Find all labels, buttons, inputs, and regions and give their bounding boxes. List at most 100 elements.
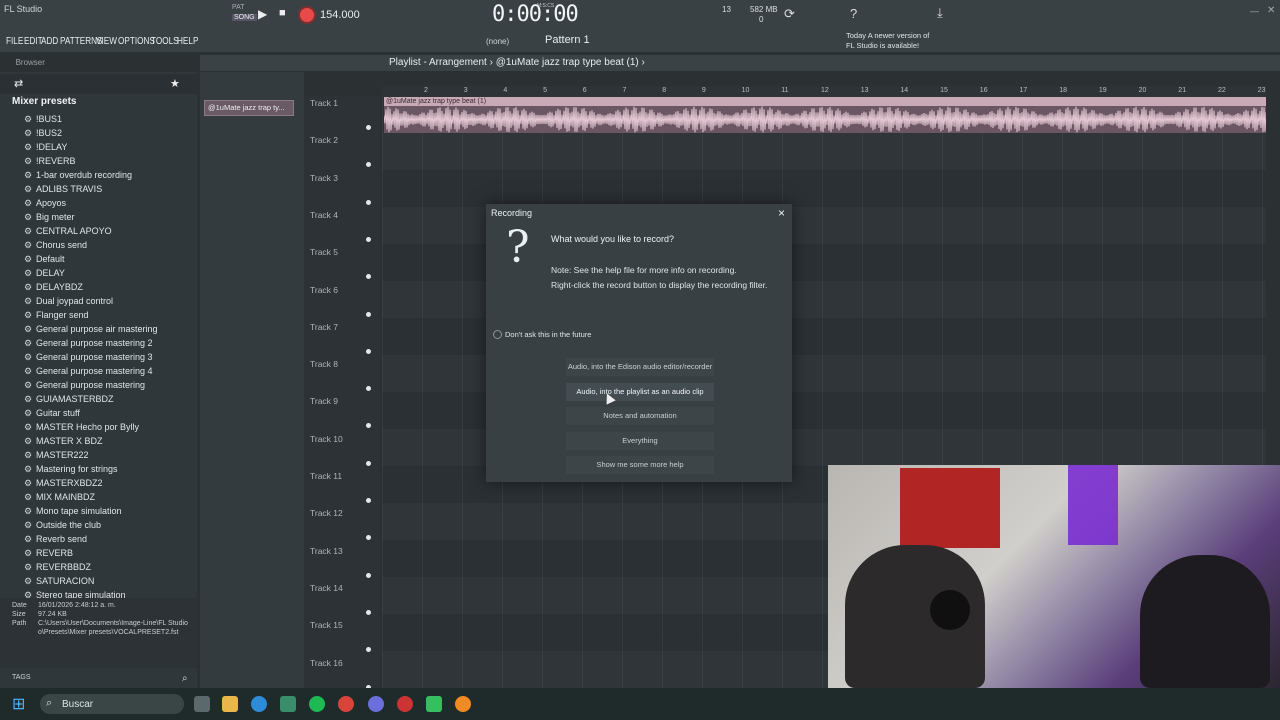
track-enable-dot[interactable]	[366, 572, 371, 578]
option-playlist-audio-clip[interactable]: Audio, into the playlist as an audio cli…	[566, 383, 714, 401]
track-enable-dot[interactable]	[366, 125, 371, 130]
tempo-display[interactable]: 154.000	[320, 9, 360, 21]
preset-item[interactable]: ⚙ Flanger send	[24, 310, 89, 321]
option-more-help[interactable]: Show me some more help	[566, 456, 714, 474]
preset-item[interactable]: ⚙ Default	[24, 254, 65, 265]
track-enable-dot[interactable]	[366, 311, 371, 317]
update-notice[interactable]: Today A newer version of FL Studio is av…	[846, 31, 936, 51]
track-label[interactable]: Track 10	[310, 434, 343, 444]
menu-add[interactable]: ADD	[41, 36, 58, 47]
browser-tabs[interactable]	[0, 74, 197, 94]
preset-item[interactable]: ⚙ General purpose air mastering	[24, 324, 158, 335]
stop-icon[interactable]: ■	[279, 7, 286, 19]
menu-edit[interactable]: EDIT	[24, 36, 43, 47]
edge-browser-icon[interactable]	[251, 696, 267, 712]
preset-item[interactable]: ⚙ General purpose mastering	[24, 380, 145, 391]
track-label[interactable]: Track 1	[310, 98, 338, 108]
track-label[interactable]: Track 6	[310, 285, 338, 295]
track-label[interactable]: Track 7	[310, 322, 338, 332]
fl-studio-taskbar-icon[interactable]	[455, 696, 471, 712]
spotify-icon[interactable]	[309, 696, 325, 712]
browser-folder-title[interactable]: Mixer presets	[12, 96, 76, 107]
preset-item[interactable]: ⚙ REVERB	[24, 548, 73, 559]
option-notes-automation[interactable]: Notes and automation	[566, 407, 714, 425]
menu-file[interactable]: FILE	[6, 36, 23, 47]
dialog-close-button[interactable]: ×	[778, 206, 785, 220]
preset-item[interactable]: ⚙ Apoyos	[24, 198, 66, 209]
preset-item[interactable]: ⚙ DELAYBDZ	[24, 282, 83, 293]
preset-item[interactable]: ⚙ !BUS2	[24, 128, 62, 139]
preset-item[interactable]: ⚙ General purpose mastering 3	[24, 352, 153, 363]
app-red-icon[interactable]	[397, 696, 413, 712]
preset-item[interactable]: ⚙ General purpose mastering 2	[24, 338, 153, 349]
preset-item[interactable]: ⚙ General purpose mastering 4	[24, 366, 153, 377]
menu-tools[interactable]: TOOLS	[151, 36, 179, 47]
preset-item[interactable]: ⚙ MASTERXBDZ2	[24, 478, 103, 489]
chrome-icon[interactable]	[338, 696, 354, 712]
preset-item[interactable]: ⚙ DELAY	[24, 268, 65, 279]
snap-selector[interactable]: (none)	[486, 37, 509, 46]
track-label[interactable]: Track 8	[310, 359, 338, 369]
track-label[interactable]: Track 15	[310, 620, 343, 630]
preset-item[interactable]: ⚙ REVERBBDZ	[24, 562, 91, 573]
preset-item[interactable]: ⚙ MASTER X BDZ	[24, 436, 103, 447]
discord-icon[interactable]	[368, 696, 384, 712]
track-enable-dot[interactable]	[366, 498, 371, 503]
preset-item[interactable]: ⚙ MIX MAINBDZ	[24, 492, 95, 503]
track-enable-dot[interactable]	[366, 199, 371, 205]
track-label[interactable]: Track 9	[310, 396, 338, 406]
minimize-icon[interactable]: —	[1250, 6, 1259, 16]
option-everything[interactable]: Everything	[566, 432, 714, 450]
preset-item[interactable]: ⚙ !BUS1	[24, 114, 62, 125]
track-label[interactable]: Track 16	[310, 658, 343, 668]
preset-item[interactable]: ⚙ MASTER Hecho por Bylly	[24, 422, 139, 433]
preset-item[interactable]: ⚙ ADLIBS TRAVIS	[24, 184, 102, 195]
dont-ask-label[interactable]: Don't ask this in the future	[505, 330, 591, 339]
track-label[interactable]: Track 14	[310, 583, 343, 593]
preset-item[interactable]: ⚙ Dual joypad control	[24, 296, 113, 307]
clip-source-item[interactable]: @1uMate jazz trap ty...	[204, 100, 294, 116]
app-green-icon[interactable]	[426, 696, 442, 712]
store-icon[interactable]	[280, 696, 296, 712]
track-enable-dot[interactable]	[366, 460, 371, 466]
menu-help[interactable]: HELP	[177, 36, 198, 47]
song-mode-label[interactable]: SONG	[232, 14, 257, 21]
track-label[interactable]: Track 3	[310, 173, 338, 183]
close-window-icon[interactable]: ✕	[1267, 5, 1275, 16]
track-label[interactable]: Track 5	[310, 247, 338, 257]
time-display[interactable]: 0:00:00	[492, 2, 579, 27]
dont-ask-checkbox[interactable]	[493, 330, 502, 339]
preset-item[interactable]: ⚙ Mono tape simulation	[24, 506, 122, 517]
favorites-star-icon[interactable]: ★	[170, 77, 180, 90]
track-label[interactable]: Track 2	[310, 135, 338, 145]
preset-item[interactable]: ⚙ !REVERB	[24, 156, 76, 167]
browser-tab-all-icon[interactable]: ⇄	[14, 77, 23, 90]
track-label[interactable]: Track 4	[310, 210, 338, 220]
pattern-selector[interactable]: Pattern 1	[545, 34, 605, 48]
track-label[interactable]: Track 12	[310, 508, 343, 518]
track-enable-dot[interactable]	[366, 236, 371, 242]
preset-item[interactable]: ⚙ Guitar stuff	[24, 408, 80, 419]
track-label[interactable]: Track 13	[310, 546, 343, 556]
windows-start-icon[interactable]: ⊞	[12, 694, 25, 714]
file-explorer-icon[interactable]	[222, 696, 238, 712]
preset-item[interactable]: ⚙ SATURACION	[24, 576, 94, 587]
search-tags-icon[interactable]: ⌕	[182, 673, 188, 684]
record-button[interactable]	[298, 6, 316, 24]
option-edison[interactable]: Audio, into the Edison audio editor/reco…	[566, 358, 714, 376]
task-view-icon[interactable]	[194, 696, 210, 712]
preset-item[interactable]: ⚙ Reverb send	[24, 534, 87, 545]
preset-item[interactable]: ⚙ CENTRAL APOYO	[24, 226, 112, 237]
play-icon[interactable]: ▶	[258, 7, 267, 21]
track-label[interactable]: Track 11	[310, 471, 342, 481]
menu-view[interactable]: VIEW	[96, 36, 117, 47]
preset-item[interactable]: ⚙ Chorus send	[24, 240, 87, 251]
menu-options[interactable]: OPTIONS	[118, 36, 155, 47]
preset-item[interactable]: ⚙ !DELAY	[24, 142, 67, 153]
preset-item[interactable]: ⚙ MASTER222	[24, 450, 89, 461]
pat-mode-label[interactable]: PAT	[232, 4, 245, 11]
track-enable-dot[interactable]	[366, 348, 371, 354]
download-icon[interactable]: ⤓	[937, 5, 943, 21]
track-enable-dot[interactable]	[366, 609, 371, 615]
preset-item[interactable]: ⚙ Mastering for strings	[24, 464, 118, 475]
